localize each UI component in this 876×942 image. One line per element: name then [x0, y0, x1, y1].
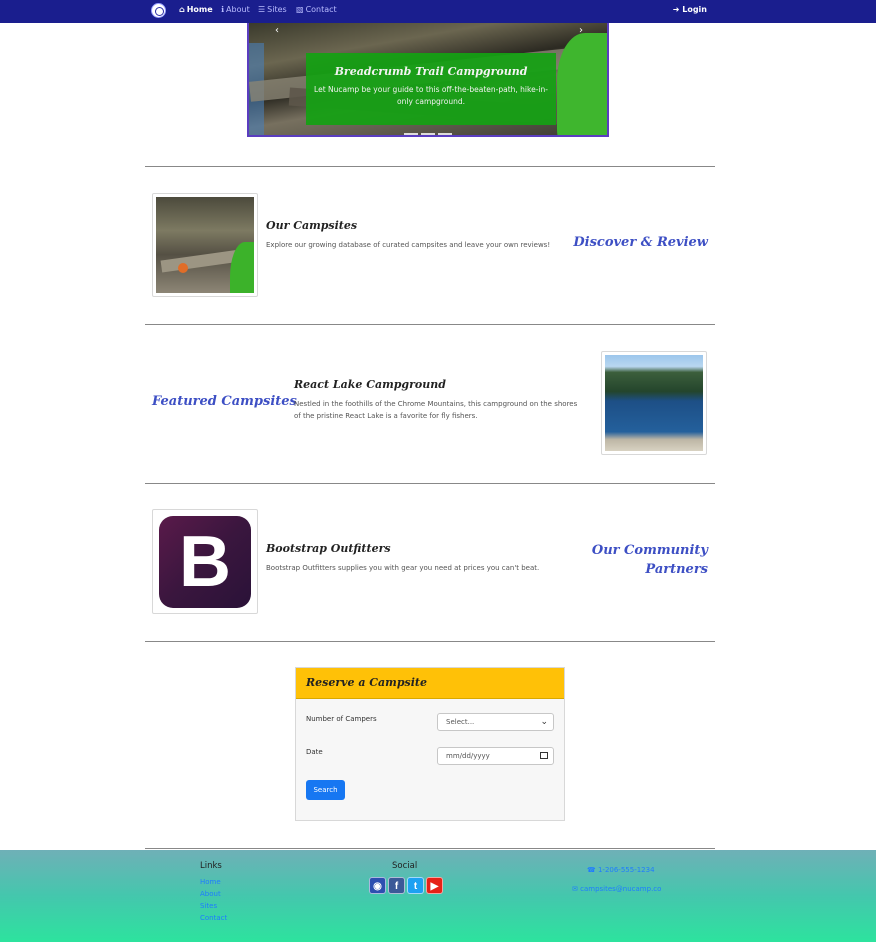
sign-in-icon: ➜ [672, 5, 680, 14]
carousel-next-icon[interactable]: › [579, 25, 583, 36]
carousel-prev-icon[interactable]: ‹ [275, 25, 279, 36]
list-icon: ☰ [258, 5, 266, 14]
reserve-card-header: Reserve a Campsite [296, 668, 564, 699]
bootstrap-logo: B [159, 515, 251, 608]
home-icon: ⌂ [179, 5, 185, 14]
calendar-icon[interactable] [540, 752, 548, 759]
facebook-icon[interactable]: f [388, 877, 405, 894]
phone-icon: ☎ [587, 866, 596, 874]
carousel-indicator[interactable] [404, 133, 418, 135]
carousel-indicator[interactable] [421, 133, 435, 135]
footer: Links Home About Sites Contact Social ◉ … [0, 850, 876, 942]
envelope-icon: ✉ [572, 885, 578, 893]
divider [145, 166, 715, 167]
info-icon: ℹ [221, 5, 225, 14]
partner-title: Bootstrap Outfitters [266, 542, 391, 555]
nav-contact[interactable]: ▧ Contact [296, 4, 337, 16]
login-button[interactable]: ➜ Login [673, 4, 707, 16]
footer-social-heading: Social [392, 861, 418, 871]
date-label: Date [306, 748, 323, 756]
hero-carousel[interactable]: ‹ › Breadcrumb Trail Campground Let Nuca… [247, 23, 609, 137]
search-button[interactable]: Search [306, 780, 345, 800]
footer-link-sites[interactable]: Sites [200, 900, 217, 912]
carousel-indicator[interactable] [438, 133, 452, 135]
campsites-text: Explore our growing database of curated … [266, 241, 551, 249]
divider [145, 324, 715, 325]
brand-logo[interactable] [151, 3, 166, 18]
carousel-text: Let Nucamp be your guide to this off-the… [314, 85, 548, 106]
footer-email[interactable]: ✉ campsites@nucamp.co [572, 885, 661, 893]
react-lake-image [601, 351, 707, 455]
community-partners-heading: Our Community Partners [591, 543, 708, 577]
chevron-down-icon: ⌄ [540, 717, 548, 727]
carousel-indicators[interactable] [404, 120, 456, 135]
instagram-icon[interactable]: ◉ [369, 877, 386, 894]
footer-link-home[interactable]: Home [200, 876, 221, 888]
nav-about[interactable]: ℹ About [221, 4, 250, 16]
featured-campsites-heading: Featured Campsites [152, 394, 297, 409]
discover-review-heading: Discover & Review [573, 235, 708, 250]
address-card-icon: ▧ [296, 5, 304, 14]
divider [145, 848, 715, 849]
nav-sites[interactable]: ☰ Sites [258, 4, 287, 16]
campers-label: Number of Campers [306, 715, 377, 723]
divider [145, 641, 715, 642]
reserve-card: Reserve a Campsite Number of Campers Sel… [295, 667, 565, 821]
carousel-caption: Breadcrumb Trail Campground Let Nucamp b… [306, 53, 556, 125]
twitter-icon[interactable]: t [407, 877, 424, 894]
footer-link-about[interactable]: About [200, 888, 221, 900]
divider [145, 483, 715, 484]
footer-links-heading: Links [200, 861, 222, 871]
featured-campsite-title: React Lake Campground [294, 378, 446, 391]
bootstrap-logo-image: B [152, 509, 258, 614]
campsites-title: Our Campsites [266, 219, 358, 232]
youtube-icon[interactable]: ▶ [426, 877, 443, 894]
footer-link-contact[interactable]: Contact [200, 912, 227, 924]
campsites-image [152, 193, 258, 297]
navbar: ⌂ Home ℹ About ☰ Sites ▧ Contact ➜ Login [0, 0, 876, 23]
nav-home[interactable]: ⌂ Home [179, 4, 213, 16]
carousel-title: Breadcrumb Trail Campground [334, 65, 528, 78]
partner-text: Bootstrap Outfitters supplies you with g… [266, 564, 540, 572]
featured-campsite-text: Nestled in the foothills of the Chrome M… [294, 400, 578, 420]
footer-phone[interactable]: ☎ 1-206-555-1234 [587, 866, 655, 874]
date-input[interactable]: mm/dd/yyyy [437, 747, 554, 765]
campers-select[interactable]: Select... ⌄ [437, 713, 554, 731]
